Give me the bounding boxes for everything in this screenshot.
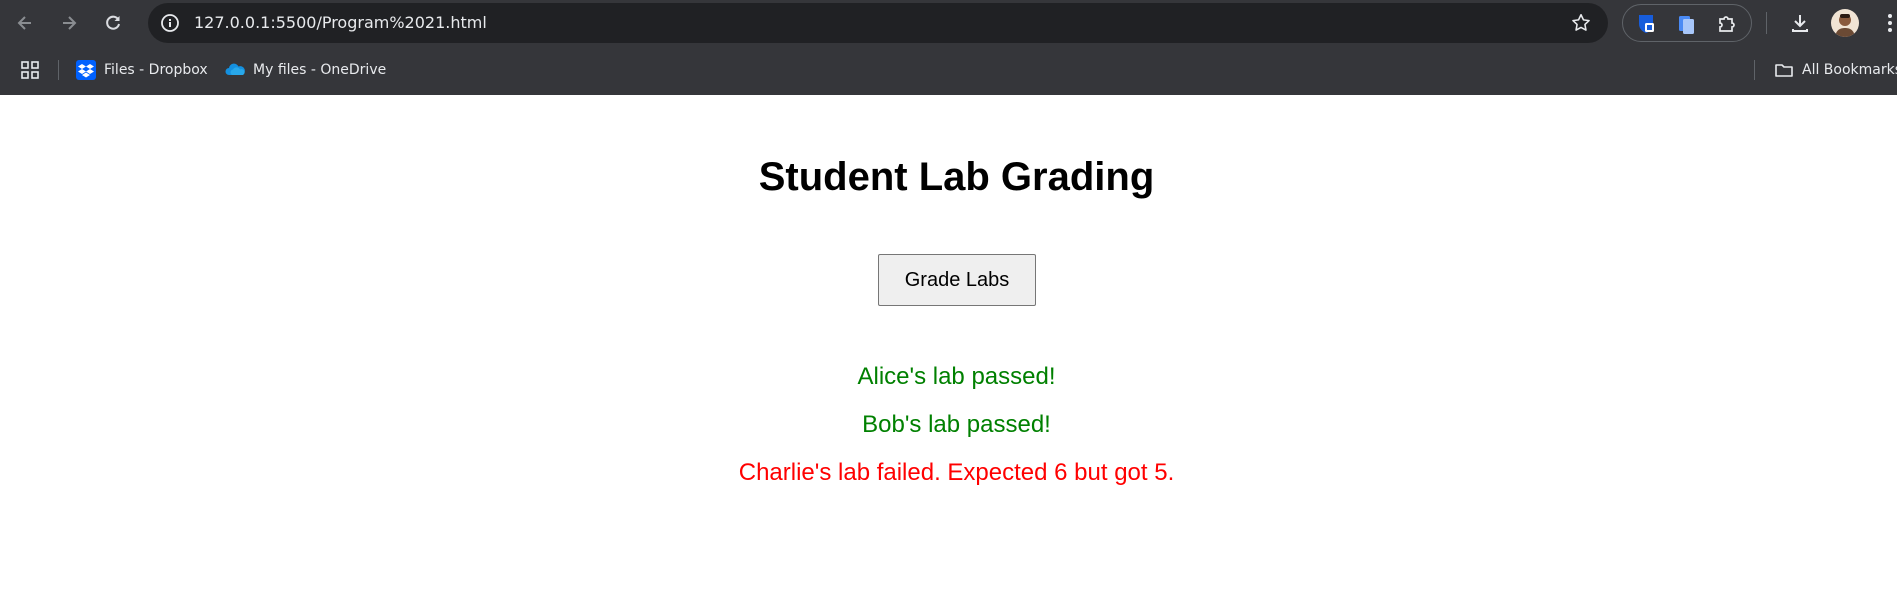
bookmark-label: Files - Dropbox — [104, 62, 208, 78]
folder-icon — [1775, 64, 1793, 77]
profile-person-icon — [1835, 14, 1855, 37]
bookmark-onedrive[interactable]: My files - OneDrive — [225, 57, 386, 83]
bookmark-label: My files - OneDrive — [253, 62, 387, 78]
reload-button[interactable] — [100, 10, 126, 36]
result-message: Bob's lab passed! — [862, 411, 1051, 438]
extensions-group — [1622, 4, 1752, 42]
back-arrow-icon — [17, 16, 31, 30]
bookmarks-divider — [58, 60, 59, 80]
result-message: Alice's lab passed! — [857, 363, 1056, 390]
profile-avatar[interactable] — [1831, 9, 1859, 37]
page-content: Student Lab Grading Grade Labs Alice's l… — [0, 95, 1897, 593]
bitwarden-extension-icon[interactable] — [1635, 13, 1657, 35]
kebab-menu-icon[interactable] — [1883, 12, 1897, 34]
apps-grid-icon[interactable] — [20, 60, 40, 80]
grade-labs-button[interactable]: Grade Labs — [878, 254, 1036, 306]
results-list: Alice's lab passed! Bob's lab passed! Ch… — [0, 363, 1897, 507]
bookmarks-divider — [1754, 60, 1755, 80]
all-bookmarks-label: All Bookmarks — [1802, 62, 1897, 78]
puzzle-extensions-icon[interactable] — [1715, 13, 1737, 35]
bookmark-dropbox[interactable]: Files - Dropbox — [76, 57, 208, 83]
reload-icon — [106, 15, 120, 30]
back-button[interactable] — [12, 10, 38, 36]
all-bookmarks[interactable]: All Bookmarks — [1774, 57, 1897, 83]
forward-arrow-icon — [63, 16, 77, 30]
browser-chrome: 127.0.0.1:5500/Program%2021.html Files -… — [0, 0, 1897, 95]
dropbox-icon — [76, 60, 96, 80]
download-icon[interactable] — [1788, 11, 1812, 35]
page-title: Student Lab Grading — [758, 155, 1155, 199]
site-info-icon[interactable] — [160, 13, 180, 33]
forward-button[interactable] — [56, 10, 82, 36]
docs-extension-icon[interactable] — [1675, 13, 1697, 35]
address-bar[interactable]: 127.0.0.1:5500/Program%2021.html — [148, 3, 1608, 43]
bookmark-star-icon[interactable] — [1570, 12, 1592, 34]
onedrive-icon — [225, 63, 245, 75]
toolbar-divider — [1766, 12, 1767, 34]
browser-toolbar: 127.0.0.1:5500/Program%2021.html — [0, 0, 1897, 46]
result-message: Charlie's lab failed. Expected 6 but got… — [738, 459, 1175, 486]
bookmarks-bar: Files - Dropbox My files - OneDrive All … — [0, 50, 1897, 90]
url-text[interactable]: 127.0.0.1:5500/Program%2021.html — [194, 13, 487, 32]
